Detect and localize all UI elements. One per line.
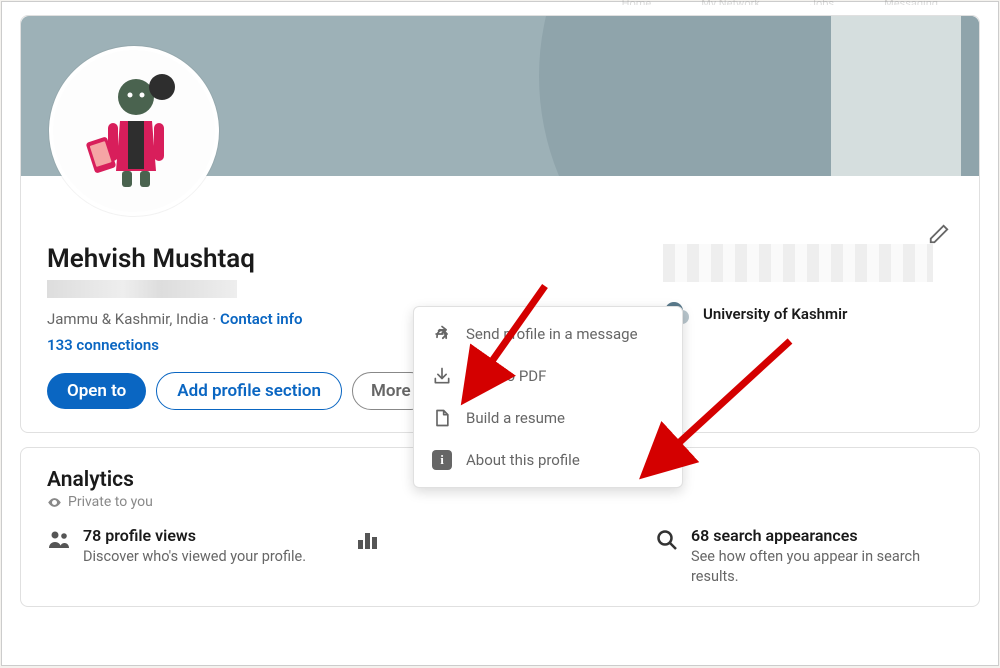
people-icon (47, 528, 71, 552)
send-profile-item[interactable]: Send profile in a message (414, 313, 682, 355)
analytics-middle-icon (355, 526, 405, 586)
add-profile-section-button[interactable]: Add profile section (156, 372, 342, 410)
bar-chart-icon (355, 528, 379, 552)
download-icon (432, 366, 452, 386)
contact-info-link[interactable]: Contact info (220, 310, 302, 328)
company-redacted (663, 244, 933, 282)
education-name: University of Kashmir (703, 305, 847, 323)
analytics-privacy: Private to you (47, 494, 953, 510)
about-profile-item[interactable]: i About this profile (414, 439, 682, 481)
profile-card: Mehvish Mushtaq Jammu & Kashmir, India ·… (20, 15, 980, 433)
info-icon: i (432, 450, 452, 470)
open-to-button[interactable]: Open to (47, 373, 146, 409)
document-icon (432, 408, 452, 428)
search-appearances-stat[interactable]: 68 search appearances See how often you … (655, 526, 953, 586)
eye-icon (47, 495, 62, 510)
build-resume-item[interactable]: Build a resume (414, 397, 682, 439)
search-icon (655, 528, 679, 552)
profile-views-stat[interactable]: 78 profile views Discover who's viewed y… (47, 526, 345, 586)
education-item[interactable]: University of Kashmir (663, 300, 953, 328)
more-dropdown: Send profile in a message Save to PDF (413, 306, 683, 488)
forward-arrow-icon (432, 324, 452, 344)
save-pdf-item[interactable]: Save to PDF (414, 355, 682, 397)
headline-redacted (47, 280, 237, 298)
